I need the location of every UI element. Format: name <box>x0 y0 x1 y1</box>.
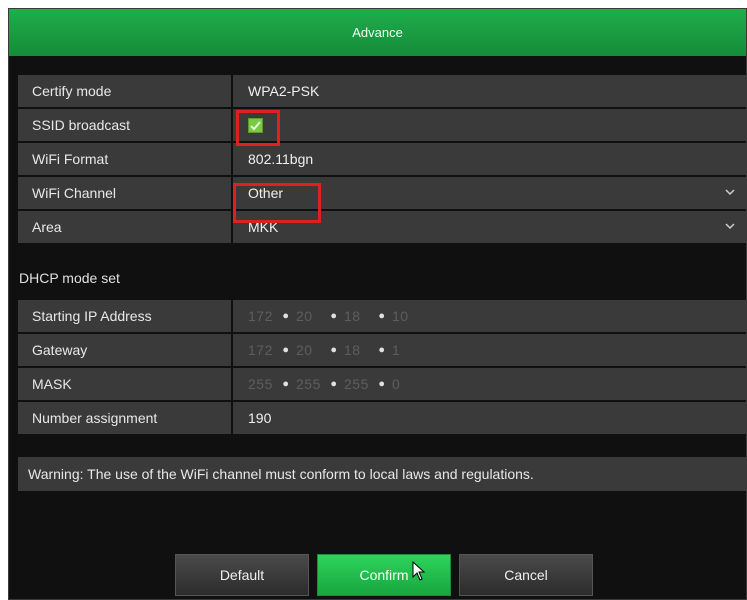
highlight-box <box>236 110 280 146</box>
ip-octet: 18 <box>344 308 361 324</box>
highlight-box <box>233 183 321 223</box>
certify-mode-label: Certify mode <box>18 75 233 107</box>
ip-octet: 172 <box>248 308 273 324</box>
ip-octet: 20 <box>296 308 313 324</box>
advance-dialog: Advance Certify mode WPA2-PSK SSID broad… <box>8 8 747 600</box>
ip-octet: 10 <box>392 308 409 324</box>
ip-octet: 255 <box>248 376 273 392</box>
area-label: Area <box>18 211 233 243</box>
starting-ip-field[interactable]: 172 ● 20 ● 18 ● 10 <box>233 300 747 332</box>
number-assignment-field[interactable]: 190 <box>233 402 747 434</box>
ip-octet: 20 <box>296 342 313 358</box>
ip-dot: ● <box>282 310 290 322</box>
row-certify-mode: Certify mode WPA2-PSK <box>18 75 747 107</box>
row-ssid-broadcast: SSID broadcast <box>18 109 747 141</box>
ip-dot: ● <box>378 344 386 356</box>
row-wifi-channel: WiFi Channel Other <box>18 177 747 209</box>
ip-octet: 255 <box>344 376 369 392</box>
ip-octet: 1 <box>392 342 401 358</box>
starting-ip-label: Starting IP Address <box>18 300 233 332</box>
wifi-format-value: 802.11bgn <box>233 143 747 175</box>
row-number-assignment: Number assignment 190 <box>18 402 747 434</box>
cancel-button[interactable]: Cancel <box>459 554 593 596</box>
mouse-cursor-icon <box>412 561 426 581</box>
mask-label: MASK <box>18 368 233 400</box>
warning-message: Warning: The use of the WiFi channel mus… <box>18 457 747 491</box>
ip-dot: ● <box>330 344 338 356</box>
gateway-label: Gateway <box>18 334 233 366</box>
wifi-channel-label: WiFi Channel <box>18 177 233 209</box>
default-button[interactable]: Default <box>175 554 309 596</box>
certify-mode-value: WPA2-PSK <box>233 75 747 107</box>
ip-dot: ● <box>282 344 290 356</box>
confirm-button[interactable]: Confirm <box>317 554 451 596</box>
dhcp-section-label: DHCP mode set <box>19 270 120 286</box>
ip-dot: ● <box>282 378 290 390</box>
ip-dot: ● <box>330 378 338 390</box>
row-starting-ip: Starting IP Address 172 ● 20 ● 18 ● 10 <box>18 300 747 332</box>
mask-field[interactable]: 255 ● 255 ● 255 ● 0 <box>233 368 747 400</box>
ip-octet: 255 <box>296 376 321 392</box>
chevron-down-icon <box>725 189 735 196</box>
ssid-broadcast-label: SSID broadcast <box>18 109 233 141</box>
ip-dot: ● <box>378 310 386 322</box>
ip-octet: 172 <box>248 342 273 358</box>
row-area: Area MKK <box>18 211 747 243</box>
row-mask: MASK 255 ● 255 ● 255 ● 0 <box>18 368 747 400</box>
wifi-format-label: WiFi Format <box>18 143 233 175</box>
dialog-title: Advance <box>9 9 746 56</box>
ip-octet: 18 <box>344 342 361 358</box>
row-wifi-format: WiFi Format 802.11bgn <box>18 143 747 175</box>
ssid-broadcast-value <box>233 109 747 141</box>
ip-dot: ● <box>378 378 386 390</box>
row-gateway: Gateway 172 ● 20 ● 18 ● 1 <box>18 334 747 366</box>
number-assignment-label: Number assignment <box>18 402 233 434</box>
chevron-down-icon <box>725 223 735 230</box>
ip-dot: ● <box>330 310 338 322</box>
ip-octet: 0 <box>392 376 401 392</box>
gateway-field[interactable]: 172 ● 20 ● 18 ● 1 <box>233 334 747 366</box>
